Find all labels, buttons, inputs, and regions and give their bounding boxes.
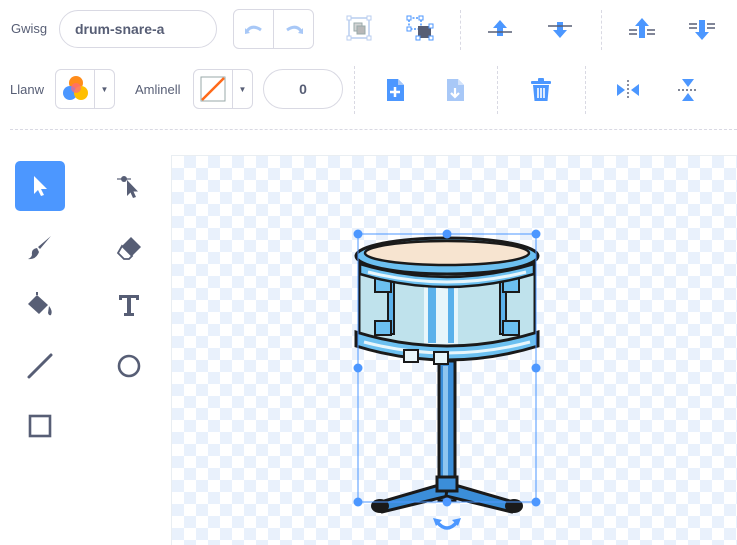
flip-vertical-icon bbox=[678, 79, 698, 101]
no-color-icon bbox=[200, 76, 226, 102]
fill-color-icon bbox=[63, 76, 88, 100]
reshape-icon bbox=[117, 176, 138, 198]
group-icon bbox=[346, 15, 372, 41]
redo-button[interactable] bbox=[273, 10, 313, 48]
flip-vertical-button[interactable] bbox=[673, 75, 703, 105]
front-icon bbox=[629, 18, 655, 38]
toolbar-bottom-divider bbox=[10, 129, 737, 130]
outline-color-picker[interactable]: ▼ bbox=[193, 69, 253, 109]
undo-redo-group bbox=[233, 9, 314, 49]
chevron-down-icon: ▼ bbox=[238, 84, 247, 94]
line-tool[interactable] bbox=[15, 341, 65, 391]
redo-icon bbox=[285, 25, 303, 34]
circle-icon bbox=[117, 354, 141, 378]
select-tool[interactable] bbox=[15, 161, 65, 211]
costume-name-input[interactable]: drum-snare-a bbox=[59, 10, 217, 48]
line-icon bbox=[27, 353, 53, 379]
delete-button[interactable] bbox=[526, 75, 556, 105]
copy-button[interactable] bbox=[380, 75, 410, 105]
flip-horizontal-icon bbox=[617, 80, 639, 100]
fill-tool[interactable] bbox=[15, 280, 65, 330]
rectangle-tool[interactable] bbox=[15, 401, 65, 451]
forward-icon bbox=[488, 20, 512, 36]
toolbar-divider bbox=[601, 10, 602, 50]
outline-width-value: 0 bbox=[299, 81, 307, 97]
trash-icon bbox=[531, 78, 551, 101]
paste-button[interactable] bbox=[440, 75, 470, 105]
costume-label: Gwisg bbox=[11, 21, 48, 36]
backward-icon bbox=[548, 22, 572, 38]
paint-bucket-icon bbox=[28, 292, 52, 316]
copy-icon bbox=[387, 79, 404, 101]
rectangle-icon bbox=[28, 414, 52, 438]
brush-tool[interactable] bbox=[15, 222, 65, 272]
outline-label: Amlinell bbox=[135, 82, 181, 97]
toolbar-divider bbox=[585, 66, 586, 114]
front-button[interactable] bbox=[626, 14, 658, 44]
ungroup-button[interactable] bbox=[404, 13, 436, 43]
eraser-icon bbox=[116, 237, 141, 260]
chevron-down-icon: ▼ bbox=[100, 84, 109, 94]
ungroup-icon bbox=[406, 15, 434, 41]
back-icon bbox=[689, 20, 715, 40]
fill-label: Llanw bbox=[10, 82, 44, 97]
costume-name-value: drum-snare-a bbox=[75, 21, 165, 37]
flip-horizontal-button[interactable] bbox=[613, 75, 643, 105]
paint-canvas[interactable] bbox=[171, 155, 737, 545]
circle-tool[interactable] bbox=[104, 341, 154, 391]
outline-width-input[interactable]: 0 bbox=[263, 69, 343, 109]
text-tool[interactable] bbox=[104, 280, 154, 330]
back-button[interactable] bbox=[686, 14, 718, 44]
group-button[interactable] bbox=[344, 13, 374, 43]
forward-button[interactable] bbox=[485, 15, 515, 43]
eraser-tool[interactable] bbox=[104, 222, 154, 272]
paste-icon bbox=[447, 79, 464, 101]
toolbar-divider bbox=[460, 10, 461, 50]
undo-icon bbox=[244, 25, 262, 34]
rotate-handle-icon[interactable] bbox=[433, 518, 461, 530]
drum-snare-costume[interactable] bbox=[172, 156, 737, 545]
fill-color-picker[interactable]: ▼ bbox=[55, 69, 115, 109]
backward-button[interactable] bbox=[545, 15, 575, 43]
toolbar-divider bbox=[497, 66, 498, 114]
brush-icon bbox=[28, 236, 51, 260]
arrow-cursor-icon bbox=[34, 176, 47, 196]
text-icon bbox=[119, 295, 139, 316]
toolbar-divider bbox=[354, 66, 355, 114]
undo-button[interactable] bbox=[234, 10, 273, 48]
reshape-tool[interactable] bbox=[104, 161, 154, 211]
